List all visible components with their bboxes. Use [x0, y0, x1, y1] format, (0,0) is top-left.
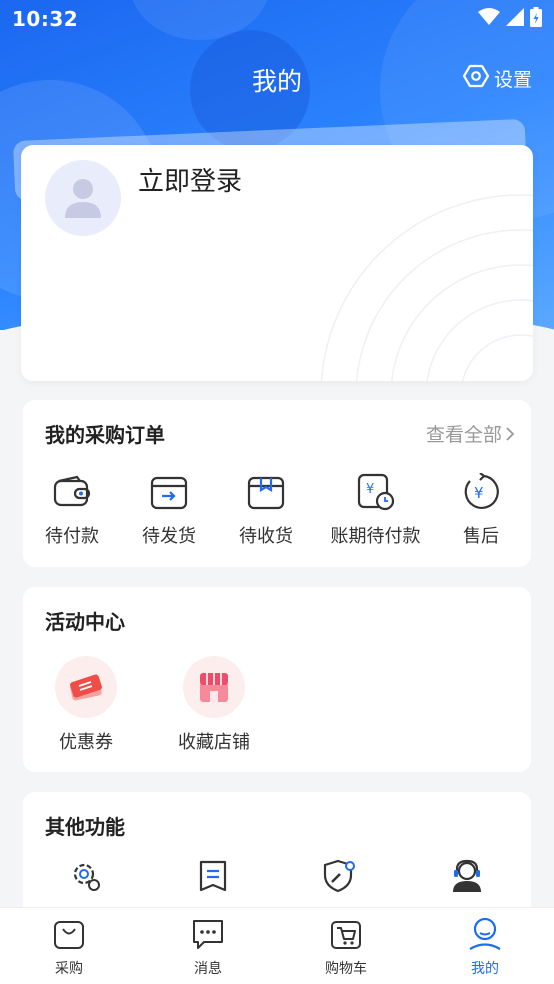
- nav-tab-cart[interactable]: 购物车: [301, 916, 391, 978]
- order-credit-pending-payment[interactable]: ¥ 账期待付款: [323, 472, 428, 548]
- nav-tab-purchase[interactable]: 采购: [24, 916, 114, 978]
- avatar-placeholder-icon: [65, 179, 101, 218]
- cart-icon: [328, 916, 364, 956]
- profile-icon: [467, 916, 503, 956]
- order-item-label: 待付款: [45, 526, 99, 547]
- status-time: 10:32: [12, 7, 79, 31]
- nav-tab-messages[interactable]: 消息: [163, 916, 253, 978]
- receive-box-icon: [246, 472, 286, 512]
- settings-button[interactable]: 设置: [462, 64, 532, 93]
- activity-title: 活动中心: [45, 610, 125, 634]
- card-pattern-decoration: [320, 194, 533, 381]
- store-icon: [183, 656, 245, 718]
- login-card[interactable]: 立即登录: [21, 145, 533, 381]
- gear-user-icon: [66, 856, 106, 896]
- view-all-label: 查看全部: [425, 424, 502, 446]
- message-icon: [190, 916, 226, 956]
- other-function-security[interactable]: [320, 856, 360, 896]
- nav-tab-label: 采购: [55, 961, 83, 977]
- other-function-settings[interactable]: [66, 856, 106, 896]
- orders-card: 我的采购订单 查看全部 待付款 待发货 待收货 ¥ 账期待付款 ¥ 售后: [23, 400, 531, 567]
- ship-box-icon: [149, 472, 189, 512]
- order-item-label: 待发货: [142, 526, 196, 547]
- other-function-customer-service[interactable]: [447, 856, 487, 896]
- bag-icon: [51, 916, 87, 956]
- view-all-orders-link[interactable]: 查看全部: [426, 420, 515, 447]
- chevron-right-icon: [506, 426, 515, 441]
- favorite-stores-entry[interactable]: 收藏店铺: [168, 656, 260, 754]
- login-link[interactable]: 立即登录: [138, 161, 242, 198]
- shield-tool-icon: [320, 856, 360, 896]
- activity-card: 活动中心 优惠券 收藏店铺: [23, 587, 531, 772]
- orders-title: 我的采购订单: [45, 423, 165, 447]
- nav-tab-label: 消息: [194, 961, 222, 977]
- avatar[interactable]: [45, 160, 121, 236]
- order-item-label: 账期待付款: [330, 526, 421, 547]
- order-pending-payment[interactable]: 待付款: [32, 472, 112, 548]
- document-icon: [193, 856, 233, 896]
- order-after-sales[interactable]: ¥ 售后: [441, 472, 521, 548]
- activity-item-label: 收藏店铺: [178, 732, 250, 753]
- settings-label: 设置: [493, 69, 532, 91]
- status-bar: 10:32: [0, 0, 554, 38]
- bottom-navigation: 采购 消息 购物车 我的: [0, 907, 554, 984]
- order-item-label: 待收货: [239, 526, 293, 547]
- other-function-documents[interactable]: [193, 856, 233, 896]
- nav-tab-label: 购物车: [325, 961, 367, 977]
- svg-text:¥: ¥: [366, 482, 374, 497]
- nav-tab-label: 我的: [471, 961, 499, 977]
- wallet-icon: [52, 472, 92, 512]
- activity-item-label: 优惠券: [59, 732, 113, 753]
- customer-service-icon: [447, 856, 487, 896]
- order-pending-receipt[interactable]: 待收货: [226, 472, 306, 548]
- signal-icon: [506, 8, 524, 30]
- battery-icon: [530, 7, 542, 31]
- other-functions-title: 其他功能: [45, 815, 125, 839]
- bill-clock-icon: ¥: [356, 472, 396, 512]
- wifi-icon: [478, 8, 500, 30]
- title-bar: 我的 设置: [0, 56, 554, 102]
- svg-text:¥: ¥: [474, 484, 484, 502]
- coupon-icon: [55, 656, 117, 718]
- coupon-entry[interactable]: 优惠券: [46, 656, 126, 754]
- settings-icon: [462, 64, 490, 93]
- nav-tab-mine[interactable]: 我的: [440, 916, 530, 978]
- refund-icon: ¥: [461, 472, 501, 512]
- order-item-label: 售后: [463, 526, 499, 547]
- order-pending-shipment[interactable]: 待发货: [129, 472, 209, 548]
